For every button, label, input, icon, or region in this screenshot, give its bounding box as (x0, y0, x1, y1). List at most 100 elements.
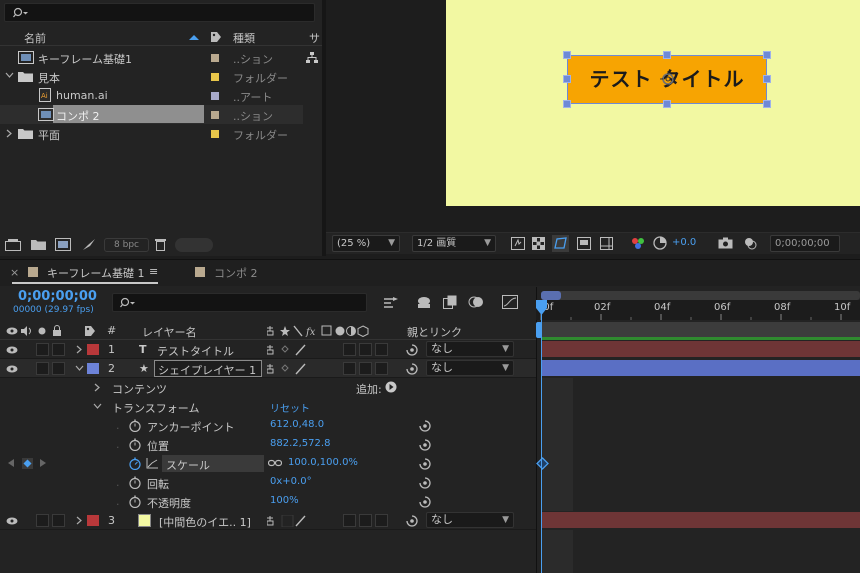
fast-preview-icon[interactable] (511, 237, 525, 250)
new-composition-icon[interactable] (55, 238, 71, 251)
project-item-folder-sample[interactable]: 見本 フォルダー (0, 67, 303, 86)
layer-label-color[interactable] (87, 344, 99, 355)
zoom-select[interactable]: (25 %) ▼ (332, 235, 400, 252)
audio-icon[interactable] (21, 326, 33, 336)
show-snapshot-icon[interactable] (743, 236, 757, 250)
shy-layers-icon[interactable] (416, 295, 432, 309)
switch-box[interactable] (343, 343, 356, 356)
column-layer-name[interactable]: レイヤー名 (142, 324, 197, 340)
layer-row-1[interactable]: 1 T テストタイトル なし ▼ (0, 340, 536, 359)
layer-row-3[interactable]: 3 [中間色のイエ.. 1] なし ▼ (0, 511, 536, 530)
work-area-start-handle[interactable] (536, 322, 542, 338)
property-value[interactable]: 100% (270, 495, 299, 506)
constrain-proportions-icon[interactable] (268, 459, 282, 467)
resolution-select[interactable]: 1/2 画質 ▼ (412, 235, 496, 252)
exposure-value[interactable]: +0.0 (672, 237, 696, 248)
camera-snapshot-icon[interactable] (718, 237, 733, 249)
close-icon[interactable]: × (10, 266, 19, 279)
layer-row-2[interactable]: 2 ★ シェイプレイヤー 1 なし ▼ (0, 359, 536, 378)
mask-path-visibility-icon[interactable] (552, 235, 569, 252)
pick-whip-icon[interactable] (406, 363, 418, 375)
handle-top-left[interactable] (563, 51, 571, 59)
pick-whip-icon[interactable] (419, 458, 431, 470)
lock-switch[interactable] (52, 343, 65, 356)
property-value[interactable]: 882.2,572.8 (270, 438, 330, 449)
switch-box[interactable] (343, 362, 356, 375)
eye-icon[interactable] (6, 346, 18, 354)
handle-bottom-center[interactable] (663, 100, 671, 108)
interpret-footage-icon[interactable] (5, 239, 21, 251)
property-scale[interactable]: スケール 100.0,100.0% (0, 454, 536, 473)
motion-blur-icon[interactable] (468, 295, 484, 309)
lock-switch[interactable] (52, 514, 65, 527)
column-name[interactable]: 名前 (24, 30, 46, 46)
switch-box[interactable] (375, 362, 388, 375)
layer-switches[interactable] (267, 515, 313, 527)
flowchart-icon[interactable] (306, 52, 318, 64)
solo-switch[interactable] (36, 514, 49, 527)
layer-name[interactable]: テストタイトル (157, 343, 234, 359)
viewer-timecode[interactable]: 0;00;00;00 (770, 235, 840, 252)
pick-whip-icon[interactable] (419, 439, 431, 451)
tab-menu-icon[interactable]: ≡ (149, 265, 158, 278)
handle-middle-right[interactable] (763, 75, 771, 83)
thumbnail-slider[interactable] (175, 238, 213, 252)
pick-whip-icon[interactable] (406, 344, 418, 356)
switch-box[interactable] (359, 514, 372, 527)
project-item-human-ai[interactable]: Ai human.ai ..アート (0, 86, 303, 105)
lock-icon[interactable] (52, 325, 62, 336)
transform-reset-link[interactable]: リセット (270, 400, 310, 415)
timeline-search-input[interactable] (112, 293, 367, 312)
chevron-right-icon[interactable] (6, 129, 13, 138)
label-tag-icon[interactable] (84, 325, 96, 337)
pick-whip-icon[interactable] (406, 515, 418, 527)
pick-whip-icon[interactable] (419, 420, 431, 432)
reset-exposure-icon[interactable] (653, 236, 667, 250)
playhead-line[interactable] (541, 300, 542, 573)
graph-editor-icon[interactable] (502, 295, 518, 309)
item-label-color[interactable] (211, 54, 219, 62)
graph-icon[interactable] (146, 458, 158, 469)
lock-switch[interactable] (52, 362, 65, 375)
trash-icon[interactable] (155, 238, 166, 251)
column-parent-link[interactable]: 親とリンク (407, 324, 462, 340)
eye-icon[interactable] (6, 365, 18, 373)
tab-keyframe-comp[interactable]: キーフレーム基礎 1 (47, 265, 145, 281)
property-value[interactable]: 100.0,100.0% (288, 457, 358, 468)
pick-whip-icon[interactable] (419, 496, 431, 508)
layer-name[interactable]: [中間色のイエ.. 1] (159, 514, 251, 530)
chevron-right-icon[interactable] (94, 383, 101, 392)
tab-comp-2[interactable]: コンポ 2 (214, 265, 258, 281)
chevron-down-icon[interactable] (93, 403, 102, 410)
previous-keyframe-icon[interactable] (8, 459, 14, 467)
handle-top-right[interactable] (763, 51, 771, 59)
layer-bar-3[interactable] (541, 512, 860, 528)
property-anchor-point[interactable]: . アンカーポイント 612.0,48.0 (0, 416, 536, 435)
column-type[interactable]: 種類 (233, 30, 255, 46)
stopwatch-icon[interactable] (129, 419, 141, 432)
stopwatch-icon[interactable] (129, 438, 141, 451)
project-item-comp-2[interactable]: コンポ 2 ..ション (0, 105, 303, 124)
switch-box[interactable] (359, 343, 372, 356)
project-search-input[interactable] (4, 3, 315, 22)
project-item-folder-solid[interactable]: 平面 フォルダー (0, 124, 303, 143)
handle-bottom-right[interactable] (763, 100, 771, 108)
chevron-right-icon[interactable] (76, 345, 83, 354)
chevron-down-icon[interactable] (75, 365, 84, 372)
property-opacity[interactable]: . 不透明度 100% (0, 492, 536, 511)
contents-group[interactable]: コンテンツ 追加: (0, 378, 536, 397)
property-position[interactable]: . 位置 882.2,572.8 (0, 435, 536, 454)
transparency-grid-icon[interactable] (532, 237, 545, 250)
switch-box[interactable] (359, 362, 372, 375)
region-of-interest-icon[interactable] (577, 237, 591, 250)
grid-guide-icon[interactable] (600, 237, 613, 250)
property-value[interactable]: 0x+0.0° (270, 476, 312, 487)
project-item-comp-keyframe[interactable]: キーフレーム基礎1 ..ション (0, 48, 318, 67)
switch-box[interactable] (375, 514, 388, 527)
add-play-icon[interactable] (385, 381, 397, 393)
keyframe-toggle-icon[interactable] (22, 458, 33, 469)
transform-group[interactable]: トランスフォーム リセット (0, 397, 536, 416)
column-size[interactable]: サ (309, 30, 320, 46)
sort-ascending-icon[interactable] (188, 34, 200, 41)
next-keyframe-icon[interactable] (40, 459, 46, 467)
